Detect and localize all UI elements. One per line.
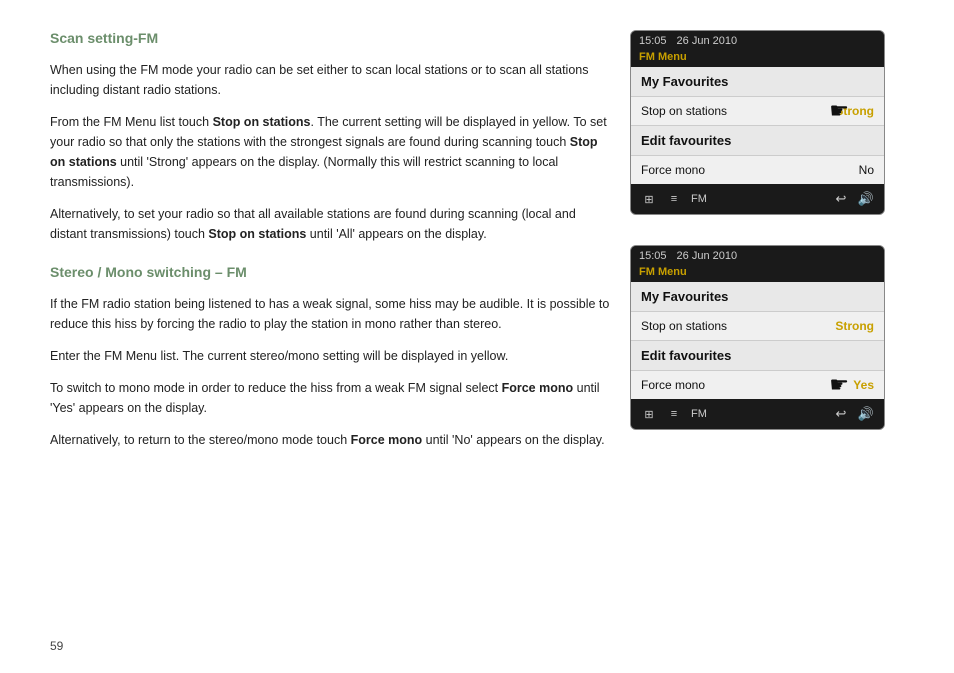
panel1-volume-icon[interactable]: 🔊 xyxy=(856,189,876,209)
stereo-para4-bold: Force mono xyxy=(351,433,423,447)
stereo-section-title: Stereo / Mono switching – FM xyxy=(50,264,610,280)
scan-para2-text1: From the FM Menu list touch xyxy=(50,115,213,129)
panel1-bottom-bar: ⊞ ≡ FM ↩ 🔊 xyxy=(631,184,884,214)
scan-para3: Alternatively, to set your radio so that… xyxy=(50,204,610,244)
panel2-time: 15:05 xyxy=(639,250,667,262)
section-scan-fm: Scan setting-FM When using the FM mode y… xyxy=(50,30,610,244)
panel2-item-favourites-label: My Favourites xyxy=(641,289,728,304)
panel1-fm-label: FM xyxy=(691,193,826,205)
stereo-para2: Enter the FM Menu list. The current ster… xyxy=(50,346,610,366)
panel2-back-icon[interactable]: ↩ xyxy=(831,404,851,424)
panel1-force-mono-value: No xyxy=(859,163,874,177)
scan-para3-text2: until 'All' appears on the display. xyxy=(306,227,486,241)
scan-para2-text3: until 'Strong' appears on the display. (… xyxy=(50,155,558,189)
section-stereo-mono: Stereo / Mono switching – FM If the FM r… xyxy=(50,264,610,450)
panel1-menu-icon[interactable]: ≡ xyxy=(664,189,684,209)
panel1-edit-label: Edit favourites xyxy=(641,133,731,148)
stereo-para4-text2: until 'No' appears on the display. xyxy=(422,433,604,447)
panel2-bottom-bar: ⊞ ≡ FM ↩ 🔊 xyxy=(631,399,884,429)
panel1-item-force-mono[interactable]: Force mono No xyxy=(631,156,884,184)
page-number: 59 xyxy=(50,639,63,653)
panel1-date: 26 Jun 2010 xyxy=(677,35,738,47)
panel1-item-favourites-label: My Favourites xyxy=(641,74,728,89)
scan-para2: From the FM Menu list touch Stop on stat… xyxy=(50,112,610,192)
panel1-item-edit-favourites: Edit favourites xyxy=(631,126,884,156)
scan-para2-bold1: Stop on stations xyxy=(213,115,311,129)
panel2-menu-icon[interactable]: ≡ xyxy=(664,404,684,424)
hand-pointer-icon-2: ☛ xyxy=(829,372,849,398)
panel1-force-mono-label: Force mono xyxy=(641,163,705,177)
panel2-edit-label: Edit favourites xyxy=(641,348,731,363)
stereo-para4: Alternatively, to return to the stereo/m… xyxy=(50,430,610,450)
panel2-menu-body: My Favourites Stop on stations Strong Ed… xyxy=(631,282,884,399)
panel1-grid-icon[interactable]: ⊞ xyxy=(639,189,659,209)
panel2-stop-value: Strong xyxy=(835,319,874,333)
page-layout: Scan setting-FM When using the FM mode y… xyxy=(0,0,954,673)
panel1-back-icon[interactable]: ↩ xyxy=(831,189,851,209)
radio-panel-2: 15:05 26 Jun 2010 FM Menu My Favourites … xyxy=(630,245,885,430)
panels-column: 15:05 26 Jun 2010 FM Menu My Favourites … xyxy=(630,30,890,653)
stereo-para3-bold: Force mono xyxy=(502,381,574,395)
panel2-menu-label: FM Menu xyxy=(631,264,884,282)
scan-para3-bold: Stop on stations xyxy=(208,227,306,241)
panel2-date: 26 Jun 2010 xyxy=(677,250,738,262)
panel2-item-stop-on-stations[interactable]: Stop on stations Strong xyxy=(631,312,884,341)
text-column: Scan setting-FM When using the FM mode y… xyxy=(50,30,630,653)
panel1-stop-value: Strong xyxy=(835,104,874,118)
panel2-item-edit-favourites: Edit favourites xyxy=(631,341,884,371)
radio-panel-1: 15:05 26 Jun 2010 FM Menu My Favourites … xyxy=(630,30,885,215)
panel2-volume-icon[interactable]: 🔊 xyxy=(856,404,876,424)
stereo-para4-text1: Alternatively, to return to the stereo/m… xyxy=(50,433,351,447)
panel2-item-force-mono[interactable]: Force mono Yes ☛ xyxy=(631,371,884,399)
stereo-para1: If the FM radio station being listened t… xyxy=(50,294,610,334)
panel1-item-stop-on-stations[interactable]: Stop on stations Strong ☛ xyxy=(631,97,884,126)
panel2-fm-label: FM xyxy=(691,408,826,420)
panel1-time: 15:05 xyxy=(639,35,667,47)
panel1-menu-label: FM Menu xyxy=(631,49,884,67)
stereo-para3: To switch to mono mode in order to reduc… xyxy=(50,378,610,418)
stereo-para3-text1: To switch to mono mode in order to reduc… xyxy=(50,381,502,395)
scan-section-title: Scan setting-FM xyxy=(50,30,610,46)
panel2-force-mono-value: Yes xyxy=(853,378,874,392)
panel2-stop-label: Stop on stations xyxy=(641,319,727,333)
panel1-stop-label: Stop on stations xyxy=(641,104,727,118)
panel2-item-favourites: My Favourites xyxy=(631,282,884,312)
panel2-force-mono-label: Force mono xyxy=(641,378,705,392)
scan-para1: When using the FM mode your radio can be… xyxy=(50,60,610,100)
panel1-item-favourites: My Favourites xyxy=(631,67,884,97)
panel2-grid-icon[interactable]: ⊞ xyxy=(639,404,659,424)
panel1-menu-body: My Favourites Stop on stations Strong ☛ … xyxy=(631,67,884,184)
panel2-status-bar: 15:05 26 Jun 2010 xyxy=(631,246,884,264)
panel1-status-bar: 15:05 26 Jun 2010 xyxy=(631,31,884,49)
